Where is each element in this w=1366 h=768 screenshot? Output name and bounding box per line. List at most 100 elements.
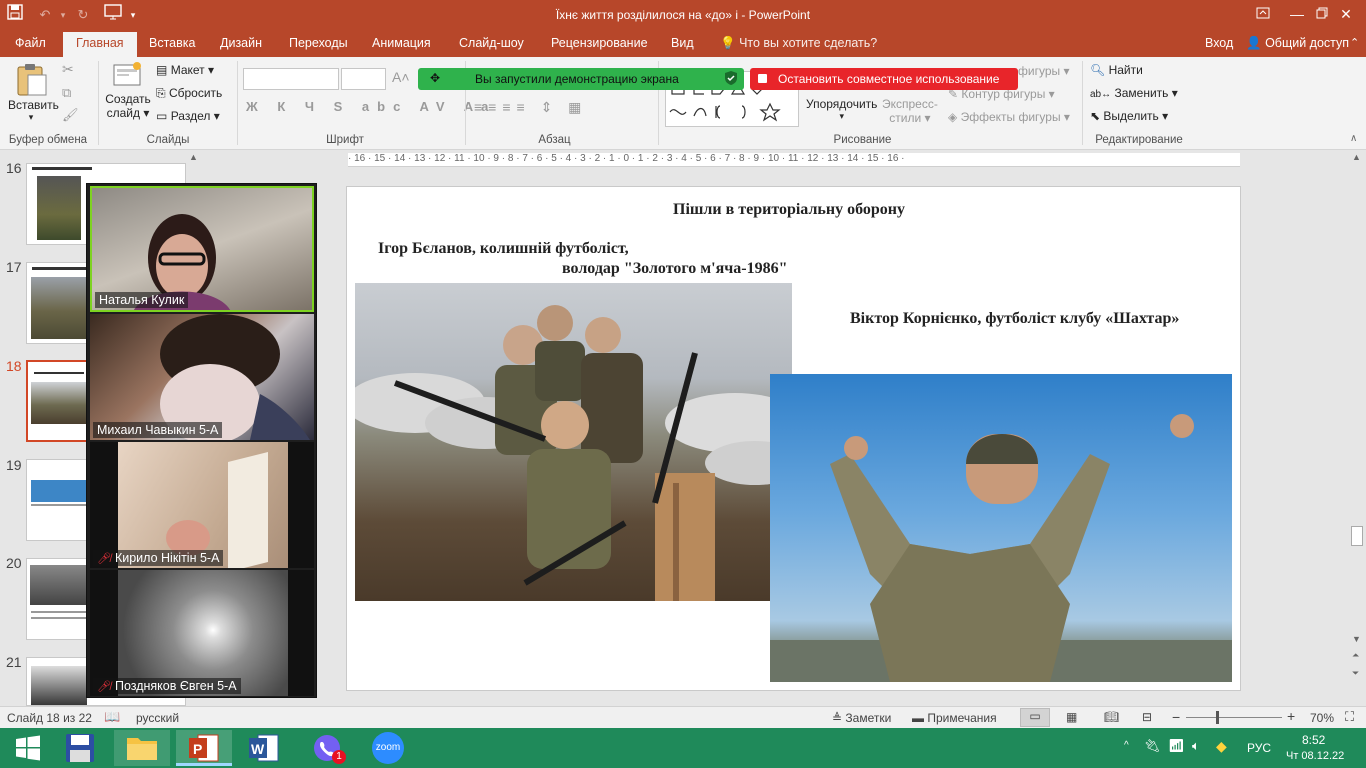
taskbar-save-app[interactable]	[52, 730, 108, 766]
zoom-slider-thumb[interactable]	[1216, 711, 1219, 724]
reset-label: Сбросить	[168, 86, 223, 100]
thumbnail-number: 20	[6, 555, 22, 571]
tab-slideshow[interactable]: Слайд-шоу	[459, 36, 524, 50]
normal-view-icon[interactable]: ▭	[1020, 708, 1050, 727]
next-slide-icon[interactable]: ⏷	[1352, 668, 1359, 679]
select-button[interactable]: ⬉ Выделить ▾	[1090, 109, 1168, 123]
language-indicator[interactable]: русский	[136, 711, 179, 725]
reading-view-icon[interactable]: 📖︎	[1104, 710, 1119, 724]
shape-fill-button[interactable]: фигуры ▾	[1018, 64, 1069, 78]
tell-me-search[interactable]: 💡 Что вы хотите сделать?	[720, 36, 877, 51]
group-divider	[237, 61, 238, 145]
zoom-video-panel[interactable]: Наталья Кулик Михаил Чавыкин 5-А 🎤︎̸ Кири…	[86, 183, 317, 698]
layout-button[interactable]: ▤ Макет ▾	[156, 63, 214, 77]
previous-slide-icon[interactable]: ⏶	[1352, 650, 1359, 661]
thumb-photo	[31, 666, 87, 705]
taskbar-viber[interactable]: 1	[300, 730, 356, 766]
taskbar-powerpoint[interactable]: P	[176, 730, 232, 766]
taskbar-explorer[interactable]	[114, 730, 170, 766]
comments-button[interactable]: ▬ Примечания	[912, 711, 997, 725]
collapse-ribbon-icon[interactable]: ∧	[1350, 133, 1357, 144]
tray-overflow-icon[interactable]: ^	[1124, 740, 1129, 751]
tab-animations[interactable]: Анимация	[372, 36, 431, 50]
participant-video-tile[interactable]: Наталья Кулик	[90, 186, 314, 312]
shape-effects-button[interactable]: ◈ Эффекты фигуры ▾	[948, 110, 1070, 124]
zoom-level[interactable]: 70%	[1310, 711, 1334, 725]
tab-transitions[interactable]: Переходы	[289, 36, 348, 50]
notes-button[interactable]: ≜ Заметки	[832, 711, 891, 725]
tab-file[interactable]: Файл	[15, 36, 46, 50]
find-button[interactable]: 🔍︎ Найти	[1090, 63, 1143, 77]
reset-button[interactable]: ⎘ Сбросить	[156, 86, 222, 101]
slide-counter: Слайд 18 из 22	[7, 711, 92, 725]
find-label: Найти	[1108, 63, 1143, 77]
ribbon-tabs: Файл Главная Вставка Дизайн Переходы Ани…	[0, 32, 1366, 57]
slide-sorter-icon[interactable]: ▦	[1066, 710, 1077, 724]
start-button[interactable]	[0, 730, 56, 766]
slide-canvas[interactable]: Пішли в територіальну оборону Ігор Бєлан…	[346, 186, 1241, 691]
stop-share-button[interactable]: Остановить совместное использование	[750, 68, 1018, 90]
zoom-slider-track[interactable]	[1186, 717, 1282, 718]
scroll-down-icon[interactable]: ▼	[1352, 634, 1361, 644]
stop-share-label: Остановить совместное использование	[778, 72, 1000, 86]
close-icon[interactable]: ✕	[1323, 0, 1366, 30]
scroll-thumb[interactable]	[1351, 526, 1363, 546]
screen-share-notice: Вы запустили демонстрацию экрана	[475, 72, 679, 86]
svg-text:P: P	[193, 741, 202, 757]
participant-video-tile[interactable]: 🎤︎̸ Кирило Нікітін 5-А	[90, 442, 314, 568]
volume-icon[interactable]: 🔈︎	[1192, 738, 1200, 754]
network-icon[interactable]: 📶︎	[1168, 738, 1185, 754]
format-painter-icon[interactable]: 🖌	[62, 107, 79, 123]
shape-effects-label: Эффекты фигуры	[960, 110, 1061, 124]
power-icon[interactable]: 🔌︎	[1144, 738, 1161, 754]
increase-font-icon[interactable]: A˄	[392, 69, 410, 85]
vpn-shield-icon[interactable]: ◆	[1216, 738, 1227, 755]
share-button[interactable]: 👤 Общий доступ	[1246, 36, 1349, 51]
quick-styles-button[interactable]: Экспресс-стили ▾	[882, 97, 938, 125]
font-name-combo[interactable]	[243, 68, 339, 90]
arrange-button[interactable]: Упорядочить ▾	[806, 97, 877, 122]
section-button[interactable]: ▭ Раздел ▾	[156, 109, 220, 123]
input-language[interactable]: РУС	[1247, 741, 1271, 755]
cut-icon[interactable]: ✂	[62, 61, 74, 78]
copy-icon[interactable]: ⧉	[62, 85, 71, 101]
scroll-up-icon[interactable]: ▲	[189, 152, 198, 162]
new-slide-button[interactable]: Создать слайд ▾	[104, 61, 152, 120]
sign-in-link[interactable]: Вход	[1205, 36, 1233, 50]
caption-left-line1: Ігор Бєланов, колишній футболіст,	[378, 240, 629, 257]
clock-time[interactable]: 8:52	[1302, 733, 1325, 747]
tab-home[interactable]: Главная	[63, 32, 137, 57]
new-slide-label-2: слайд ▾	[106, 106, 150, 120]
screen-share-banner: ✥ Вы запустили демонстрацию экрана	[418, 68, 744, 90]
collapse-ribbon-icon[interactable]: ⌃	[1350, 36, 1359, 49]
reset-icon: ⎘	[156, 86, 166, 100]
tab-insert[interactable]: Вставка	[149, 36, 195, 50]
slideshow-view-icon[interactable]: ⊟	[1142, 710, 1152, 724]
taskbar-word[interactable]: W	[236, 730, 292, 766]
editing-group-label: Редактирование	[1095, 134, 1183, 146]
taskbar-zoom[interactable]: zoom	[360, 730, 416, 766]
font-format-buttons[interactable]: Ж К Ч S abc AV Aa	[246, 99, 496, 114]
tab-review[interactable]: Рецензирование	[551, 36, 648, 50]
replace-label: Заменить	[1114, 86, 1169, 100]
alignment-buttons[interactable]: ≡≡≡≡ ⇕ ▦	[474, 99, 587, 116]
floppy-icon	[66, 734, 94, 762]
zoom-in-icon[interactable]: +	[1287, 708, 1295, 724]
thumbnail-number: 21	[6, 654, 22, 670]
zoom-out-icon[interactable]: −	[1172, 709, 1180, 725]
horizontal-ruler: · 16 · 15 · 14 · 13 · 12 · 11 · 10 · 9 ·…	[348, 153, 1240, 167]
participant-name: 🎤︎̸ Поздняков Євген 5-А	[93, 678, 241, 694]
windows-icon	[16, 735, 40, 761]
tab-design[interactable]: Дизайн	[220, 36, 262, 50]
scroll-up-icon[interactable]: ▲	[1352, 152, 1361, 162]
font-size-combo[interactable]	[341, 68, 386, 90]
slide-scrollbar[interactable]: ▲ ▼ ⏶ ⏷	[1349, 150, 1366, 706]
paste-button[interactable]: Вставить ▾	[8, 61, 59, 123]
spellcheck-icon[interactable]: 📖	[104, 709, 120, 725]
participant-video-tile[interactable]: 🎤︎̸ Поздняков Євген 5-А	[90, 570, 314, 696]
replace-button[interactable]: ab↔ Заменить ▾	[1090, 86, 1178, 100]
tab-view[interactable]: Вид	[671, 36, 694, 50]
clock-date[interactable]: Чт 08.12.22	[1286, 750, 1344, 762]
fit-slide-icon[interactable]: ⛶	[1345, 709, 1354, 725]
participant-video-tile[interactable]: Михаил Чавыкин 5-А	[90, 314, 314, 440]
